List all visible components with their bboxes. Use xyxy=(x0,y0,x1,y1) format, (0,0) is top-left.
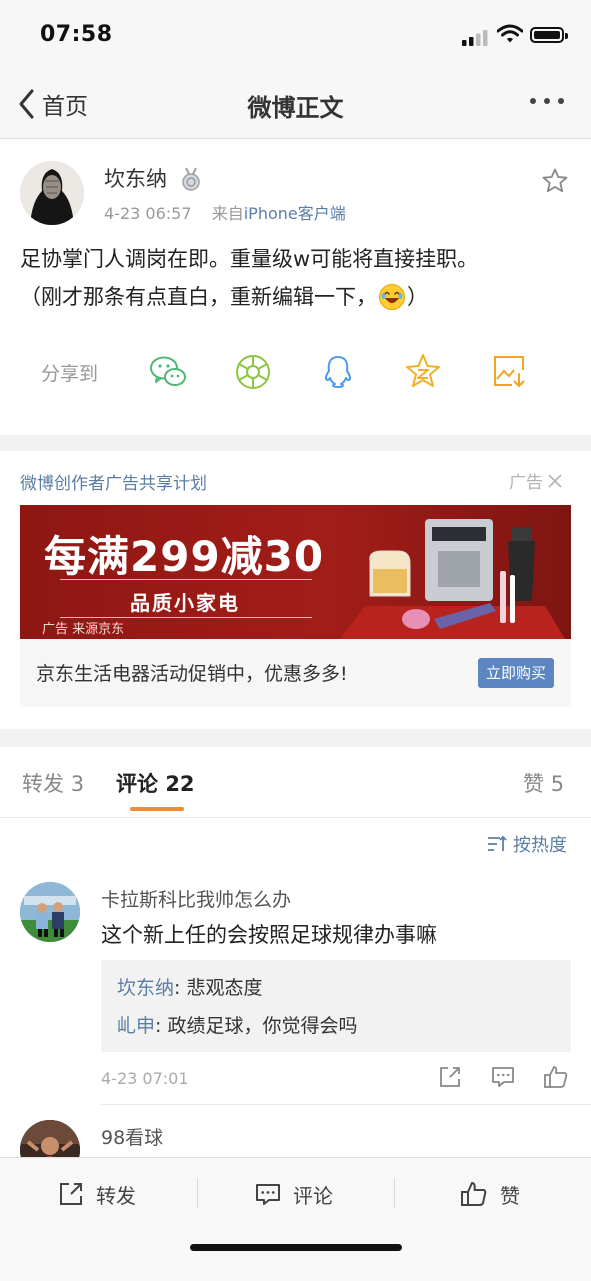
repost-button[interactable]: 转发 xyxy=(58,1179,136,1209)
post-text-line-2: （刚才那条有点直白，重新编辑一下， ） xyxy=(20,278,580,316)
qq-icon[interactable] xyxy=(318,352,358,392)
like-label: 赞 xyxy=(500,1183,520,1208)
more-dot-icon xyxy=(544,98,550,104)
sort-label: 按热度 xyxy=(513,835,567,856)
tab-likes-label: 赞 xyxy=(523,772,544,796)
comment-like-icon[interactable] xyxy=(543,1065,569,1089)
reply-text: : 悲观态度 xyxy=(174,977,263,999)
ad-card: 微博创作者广告共享计划 广告 每满299减30 品质小家电 广告 来源京东 京东… xyxy=(0,451,591,729)
ad-program-link[interactable]: 微博创作者广告共享计划 xyxy=(20,469,207,494)
toolbar-divider xyxy=(197,1178,198,1208)
reply-thread[interactable]: 坎东纳: 悲观态度 乢申: 政绩足球，你觉得会吗 xyxy=(101,960,571,1052)
avatar-image xyxy=(20,161,84,225)
back-button[interactable]: 首页 xyxy=(16,86,88,122)
post-meta: 4-23 06:57 来自iPhone客户端 xyxy=(104,200,346,224)
reply-item: 乢申: 政绩足球，你觉得会吗 xyxy=(117,1011,357,1038)
comment-icon xyxy=(256,1184,280,1205)
tab-likes[interactable]: 赞 5 xyxy=(523,768,564,798)
tab-comments[interactable]: 评论 22 xyxy=(116,768,195,798)
reply-item: 坎东纳: 悲观态度 xyxy=(117,973,262,1000)
post-text-close-paren: ） xyxy=(407,285,428,309)
share-label: 分享到 xyxy=(41,363,99,385)
divider xyxy=(101,1104,591,1105)
toolbar-divider xyxy=(394,1178,395,1208)
comment-time: 4-23 07:01 xyxy=(101,1069,189,1088)
ad-divider-line xyxy=(60,579,312,580)
divider xyxy=(0,817,591,818)
comment-button[interactable]: 评论 xyxy=(255,1179,333,1209)
reply-author[interactable]: 坎东纳 xyxy=(117,977,174,999)
thumbs-up-icon xyxy=(461,1182,487,1206)
reply-author[interactable]: 乢申 xyxy=(117,1015,155,1037)
ad-tag-label: 广告 xyxy=(509,473,543,493)
post-source-link[interactable]: iPhone客户端 xyxy=(244,204,346,223)
bottom-toolbar: 转发 评论 赞 xyxy=(0,1157,591,1281)
post-date: 4-23 06:57 xyxy=(104,204,192,223)
tab-comments-label: 评论 xyxy=(116,772,158,796)
tab-reposts-count: 3 xyxy=(70,772,85,796)
post-body: 足协掌门人调岗在即。重量级w可能将直接挂职。 （刚才那条有点直白，重新编辑一下，… xyxy=(20,240,580,316)
author-avatar[interactable] xyxy=(20,161,84,225)
ad-banner-subtitle: 品质小家电 xyxy=(130,591,240,615)
repost-label: 转发 xyxy=(96,1183,136,1208)
qzone-star-icon[interactable] xyxy=(403,352,443,392)
more-options-button[interactable] xyxy=(530,98,564,104)
medal-badge-icon xyxy=(182,167,200,191)
moments-icon[interactable] xyxy=(233,352,273,392)
ad-banner-headline: 每满299减30 xyxy=(44,532,325,581)
save-image-icon[interactable] xyxy=(490,352,530,392)
cellular-signal-icon xyxy=(462,30,488,46)
home-indicator[interactable] xyxy=(190,1244,402,1251)
avatar-image xyxy=(20,882,80,942)
comment-reply-icon[interactable] xyxy=(491,1065,515,1089)
tab-reposts-label: 转发 xyxy=(22,772,64,796)
tab-reposts[interactable]: 转发 3 xyxy=(22,768,84,798)
battery-icon xyxy=(530,27,568,43)
ad-banner-source: 广告 来源京东 xyxy=(42,622,125,637)
comment-label: 评论 xyxy=(293,1183,333,1208)
ad-banner[interactable]: 每满299减30 品质小家电 广告 来源京东 xyxy=(20,505,571,639)
commenter-name[interactable]: 卡拉斯科比我帅怎么办 xyxy=(101,885,291,912)
close-icon xyxy=(548,473,562,488)
reply-text: : 政绩足球，你觉得会吗 xyxy=(155,1015,358,1037)
back-label: 首页 xyxy=(42,94,88,120)
ad-close-button[interactable]: 广告 xyxy=(509,468,563,493)
comments-card: 转发 3 评论 22 赞 5 按热度 卡拉斯科比我帅怎么办 这个新上任的会按照足… xyxy=(0,747,591,1167)
post-text-line: （刚才那条有点直白，重新编辑一下， xyxy=(20,285,377,309)
comment-text: 这个新上任的会按照足球规律办事嘛 xyxy=(101,923,437,947)
more-dot-icon xyxy=(530,98,536,104)
author-name[interactable]: 坎东纳 xyxy=(104,163,167,193)
commenter-name[interactable]: 98看球 xyxy=(101,1123,163,1150)
page-title: 微博正文 xyxy=(247,94,344,122)
tab-likes-count: 5 xyxy=(550,772,565,796)
commenter-avatar[interactable] xyxy=(20,882,80,942)
more-dot-icon xyxy=(558,98,564,104)
favorite-star-icon[interactable] xyxy=(541,167,569,195)
chevron-left-icon xyxy=(19,89,34,119)
status-bar: 07:58 xyxy=(0,0,591,70)
active-tab-indicator xyxy=(130,807,184,811)
buy-now-button[interactable]: 立即购买 xyxy=(478,658,554,688)
appliances-product-image xyxy=(340,519,565,639)
sort-icon xyxy=(488,835,507,851)
wechat-icon[interactable] xyxy=(148,352,188,392)
laughing-emoji-icon xyxy=(379,284,405,310)
like-button[interactable]: 赞 xyxy=(460,1179,520,1209)
post-card: 坎东纳 4-23 06:57 来自iPhone客户端 足协掌门人调岗在即。重量级… xyxy=(0,139,591,435)
status-time: 07:58 xyxy=(40,22,113,47)
comment-share-icon[interactable] xyxy=(438,1065,462,1089)
ad-footer: 京东生活电器活动促销中，优惠多多! 立即购买 xyxy=(20,639,571,707)
share-row: 分享到 xyxy=(0,348,591,398)
sort-by-hot-button[interactable]: 按热度 xyxy=(487,831,567,857)
nav-bar: 首页 微博正文 xyxy=(0,70,591,139)
tab-comments-count: 22 xyxy=(165,772,195,796)
wifi-icon xyxy=(497,24,523,43)
post-source-prefix: 来自 xyxy=(211,204,244,223)
share-icon xyxy=(60,1183,82,1205)
ad-description: 京东生活电器活动促销中，优惠多多! xyxy=(36,663,348,685)
post-text-line: 足协掌门人调岗在即。重量级w可能将直接挂职。 xyxy=(20,247,479,271)
